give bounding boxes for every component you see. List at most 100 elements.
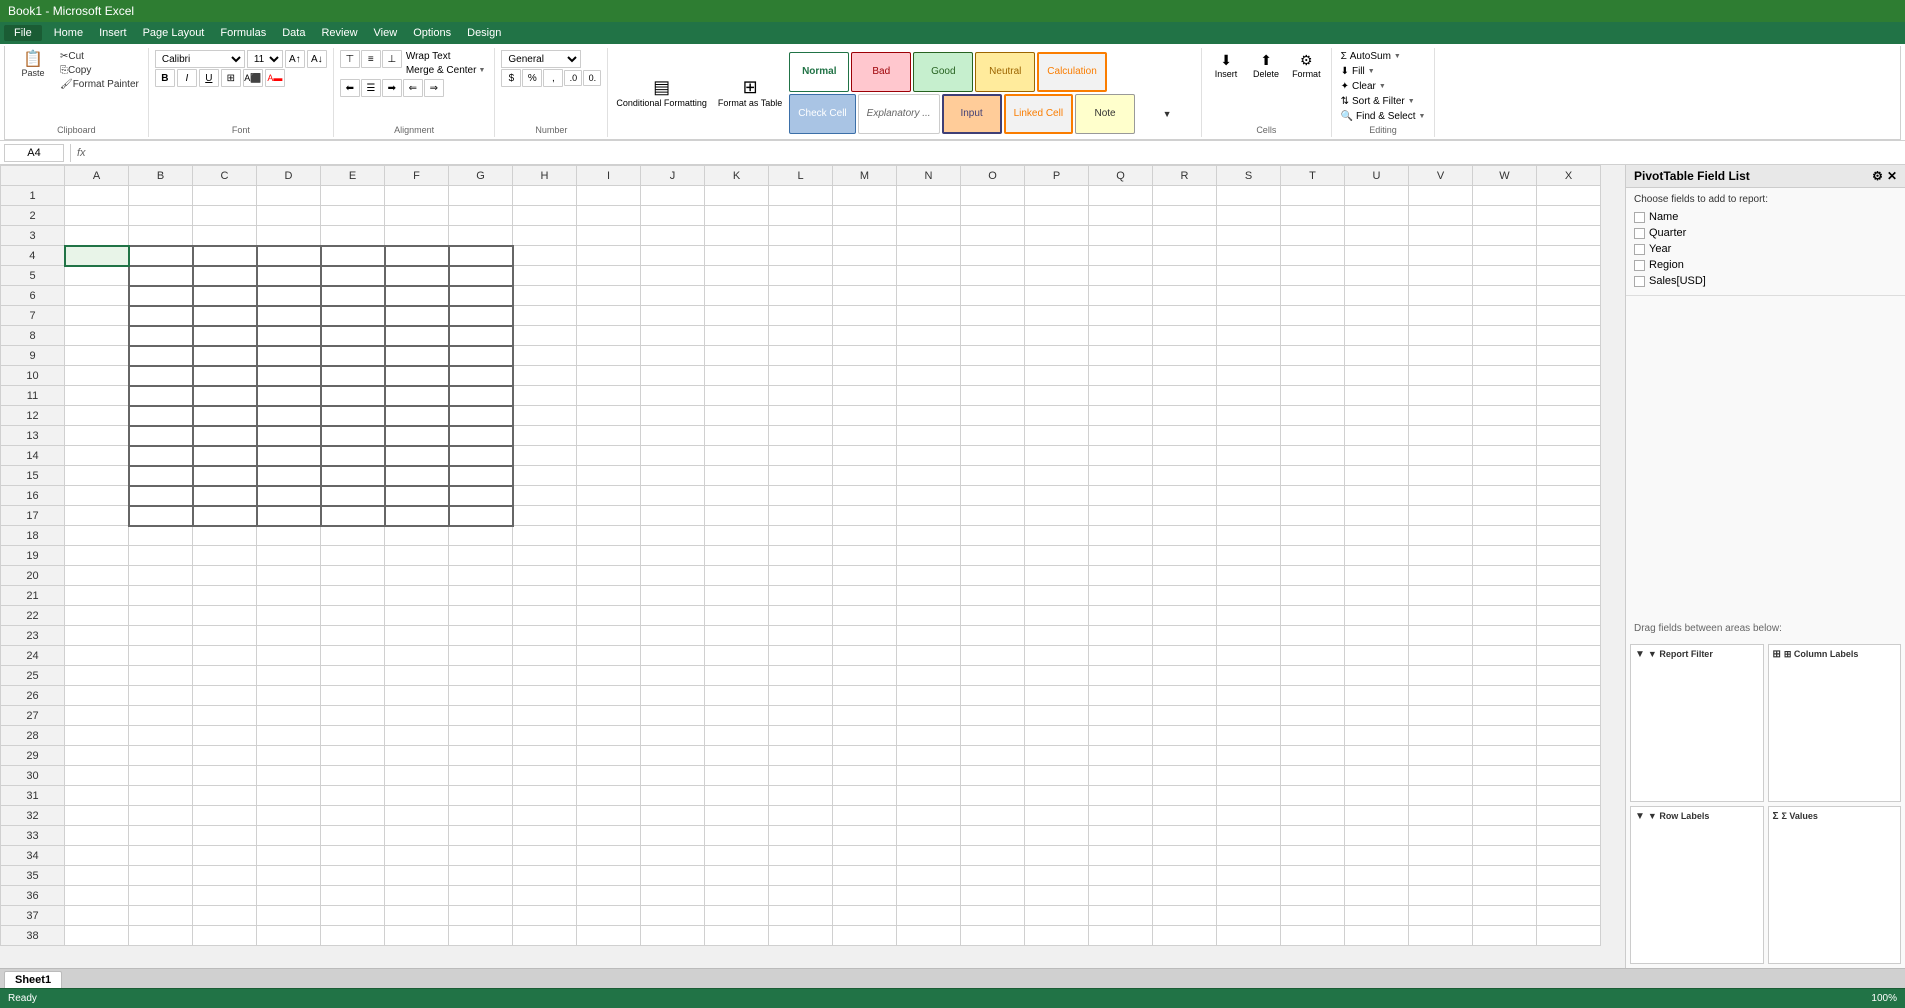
cell-M26[interactable] <box>833 686 897 706</box>
pivot-field-sales[interactable]: Sales[USD] <box>1634 273 1897 289</box>
cell-A22[interactable] <box>65 606 129 626</box>
cell-D27[interactable] <box>257 706 321 726</box>
cell-B10[interactable] <box>129 366 193 386</box>
cell-A11[interactable] <box>65 386 129 406</box>
cell-A19[interactable] <box>65 546 129 566</box>
cell-T8[interactable] <box>1281 326 1345 346</box>
cell-B32[interactable] <box>129 806 193 826</box>
cell-T20[interactable] <box>1281 566 1345 586</box>
cell-N21[interactable] <box>897 586 961 606</box>
cell-N16[interactable] <box>897 486 961 506</box>
cell-E27[interactable] <box>321 706 385 726</box>
row-header-4[interactable]: 4 <box>1 246 65 266</box>
cell-N20[interactable] <box>897 566 961 586</box>
cell-V33[interactable] <box>1409 826 1473 846</box>
row-header-5[interactable]: 5 <box>1 266 65 286</box>
cell-X29[interactable] <box>1537 746 1601 766</box>
cell-G30[interactable] <box>449 766 513 786</box>
cell-C25[interactable] <box>193 666 257 686</box>
cell-K2[interactable] <box>705 206 769 226</box>
cell-O5[interactable] <box>961 266 1025 286</box>
cell-L1[interactable] <box>769 186 833 206</box>
cell-U19[interactable] <box>1345 546 1409 566</box>
cell-P5[interactable] <box>1025 266 1089 286</box>
cell-X37[interactable] <box>1537 906 1601 926</box>
cell-J3[interactable] <box>641 226 705 246</box>
cell-L17[interactable] <box>769 506 833 526</box>
cell-H38[interactable] <box>513 926 577 946</box>
cell-C32[interactable] <box>193 806 257 826</box>
cell-A18[interactable] <box>65 526 129 546</box>
cell-M23[interactable] <box>833 626 897 646</box>
cell-D1[interactable] <box>257 186 321 206</box>
cell-J38[interactable] <box>641 926 705 946</box>
cell-G26[interactable] <box>449 686 513 706</box>
cell-S34[interactable] <box>1217 846 1281 866</box>
cell-P38[interactable] <box>1025 926 1089 946</box>
cell-P7[interactable] <box>1025 306 1089 326</box>
cell-S1[interactable] <box>1217 186 1281 206</box>
cell-C37[interactable] <box>193 906 257 926</box>
cell-W32[interactable] <box>1473 806 1537 826</box>
cell-R17[interactable] <box>1153 506 1217 526</box>
cell-M19[interactable] <box>833 546 897 566</box>
cell-R10[interactable] <box>1153 366 1217 386</box>
cell-O36[interactable] <box>961 886 1025 906</box>
cell-A16[interactable] <box>65 486 129 506</box>
cell-V11[interactable] <box>1409 386 1473 406</box>
cell-W3[interactable] <box>1473 226 1537 246</box>
cell-J17[interactable] <box>641 506 705 526</box>
cell-W37[interactable] <box>1473 906 1537 926</box>
cell-L5[interactable] <box>769 266 833 286</box>
cell-F38[interactable] <box>385 926 449 946</box>
autosum-button[interactable]: Σ AutoSum ▼ <box>1338 50 1429 63</box>
cell-L38[interactable] <box>769 926 833 946</box>
cell-R30[interactable] <box>1153 766 1217 786</box>
cell-R38[interactable] <box>1153 926 1217 946</box>
cell-Q36[interactable] <box>1089 886 1153 906</box>
cell-F18[interactable] <box>385 526 449 546</box>
cell-O38[interactable] <box>961 926 1025 946</box>
cell-X3[interactable] <box>1537 226 1601 246</box>
cell-M27[interactable] <box>833 706 897 726</box>
cell-B34[interactable] <box>129 846 193 866</box>
cell-M18[interactable] <box>833 526 897 546</box>
cell-G19[interactable] <box>449 546 513 566</box>
cell-M16[interactable] <box>833 486 897 506</box>
cell-F8[interactable] <box>385 326 449 346</box>
cell-Q17[interactable] <box>1089 506 1153 526</box>
cell-Q37[interactable] <box>1089 906 1153 926</box>
row-header-35[interactable]: 35 <box>1 866 65 886</box>
cell-V23[interactable] <box>1409 626 1473 646</box>
cell-B6[interactable] <box>129 286 193 306</box>
cell-D32[interactable] <box>257 806 321 826</box>
cell-W10[interactable] <box>1473 366 1537 386</box>
cell-P8[interactable] <box>1025 326 1089 346</box>
copy-button[interactable]: ⎘ Copy <box>57 64 142 77</box>
cell-C20[interactable] <box>193 566 257 586</box>
cell-B20[interactable] <box>129 566 193 586</box>
cell-V26[interactable] <box>1409 686 1473 706</box>
cell-C10[interactable] <box>193 366 257 386</box>
cell-I29[interactable] <box>577 746 641 766</box>
cell-W8[interactable] <box>1473 326 1537 346</box>
decrease-font-button[interactable]: A↓ <box>307 50 327 68</box>
cell-G38[interactable] <box>449 926 513 946</box>
cell-R4[interactable] <box>1153 246 1217 266</box>
cell-I27[interactable] <box>577 706 641 726</box>
cell-G22[interactable] <box>449 606 513 626</box>
col-header-D[interactable]: D <box>257 166 321 186</box>
row-header-6[interactable]: 6 <box>1 286 65 306</box>
cell-L15[interactable] <box>769 466 833 486</box>
cell-U31[interactable] <box>1345 786 1409 806</box>
col-header-L[interactable]: L <box>769 166 833 186</box>
cell-A10[interactable] <box>65 366 129 386</box>
cell-L28[interactable] <box>769 726 833 746</box>
cell-G25[interactable] <box>449 666 513 686</box>
cell-O26[interactable] <box>961 686 1025 706</box>
cell-I33[interactable] <box>577 826 641 846</box>
cell-S15[interactable] <box>1217 466 1281 486</box>
cell-S11[interactable] <box>1217 386 1281 406</box>
cell-H27[interactable] <box>513 706 577 726</box>
cell-C22[interactable] <box>193 606 257 626</box>
